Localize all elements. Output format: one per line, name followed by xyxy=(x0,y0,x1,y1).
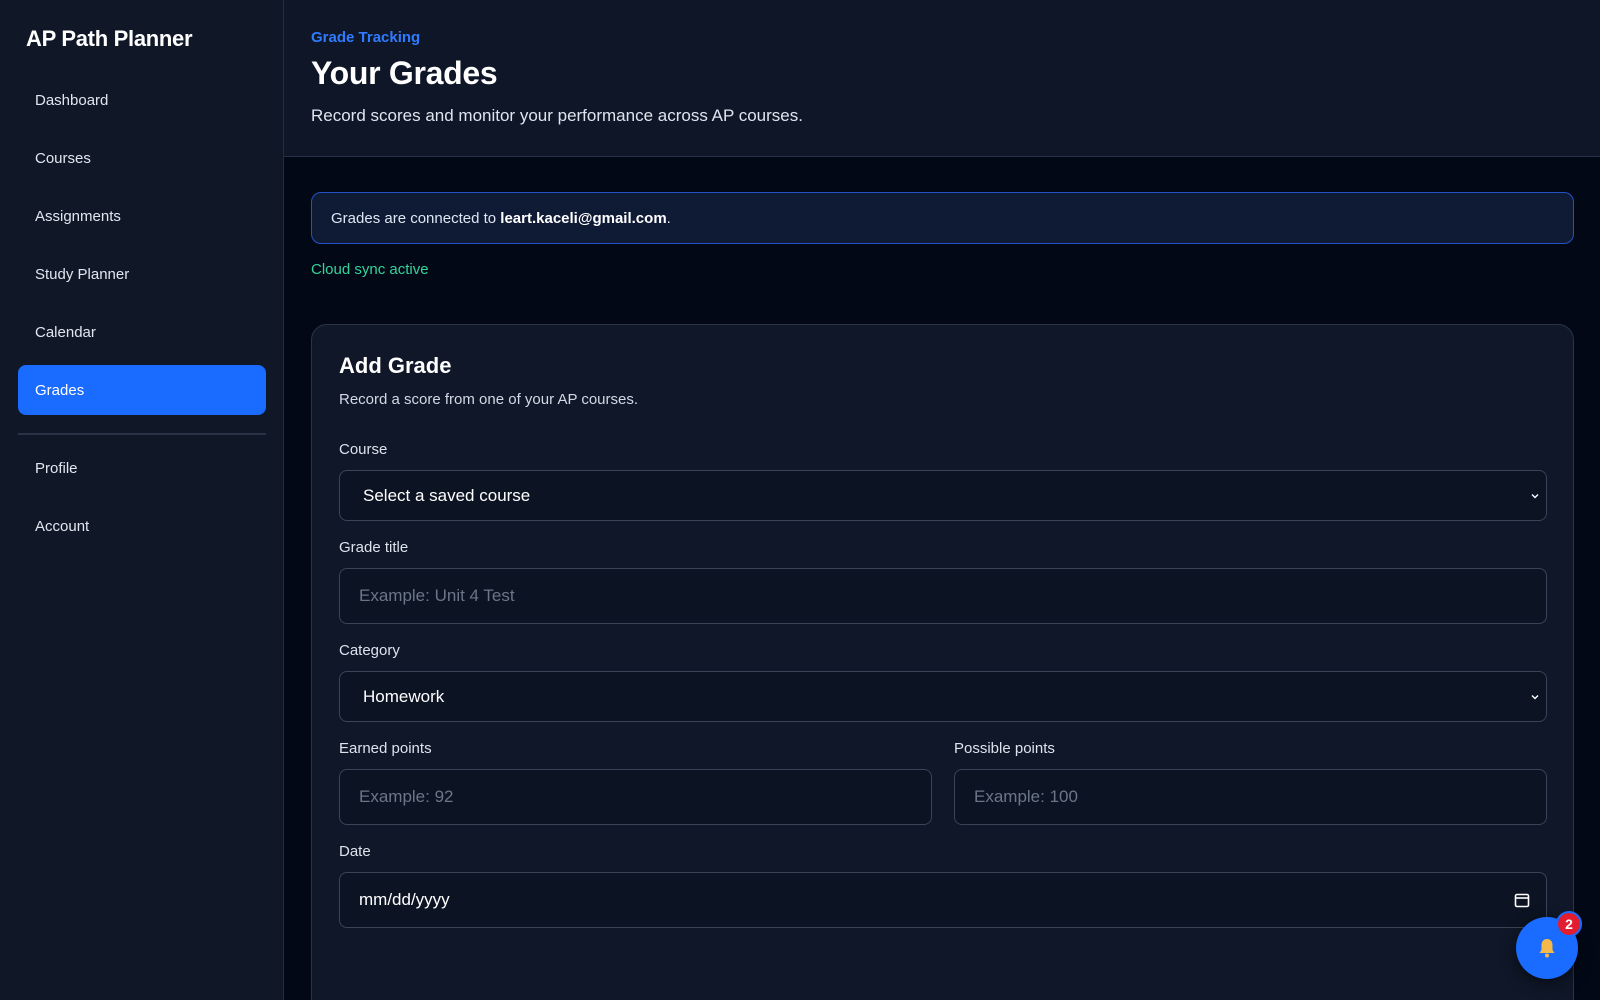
possible-points-input[interactable]: Example: 100 xyxy=(954,769,1547,825)
sidebar: AP Path Planner Dashboard Courses Assign… xyxy=(0,0,284,1000)
category-select[interactable]: Homework xyxy=(339,671,1547,722)
page-title: Your Grades xyxy=(311,55,498,91)
grade-title-label: Grade title xyxy=(339,539,409,556)
bell-icon xyxy=(1539,939,1555,958)
date-input[interactable]: mm/dd/yyyy xyxy=(339,872,1547,928)
notifications-button[interactable]: 2 xyxy=(1516,911,1582,979)
notification-count-badge: 2 xyxy=(1556,911,1582,937)
course-select-value: Select a saved course xyxy=(363,485,531,505)
date-label: Date xyxy=(339,843,371,860)
sidebar-item-study-planner[interactable]: Study Planner xyxy=(18,249,266,299)
points-row: Earned points Example: 92 Possible point… xyxy=(339,722,1547,825)
sidebar-item-dashboard[interactable]: Dashboard xyxy=(18,75,266,125)
course-label: Course xyxy=(339,441,388,458)
possible-points-label: Possible points xyxy=(954,740,1055,757)
category-label: Category xyxy=(339,642,400,659)
chevron-down-icon xyxy=(1531,493,1539,498)
content-area: Grades are connected to leart.kaceli@gma… xyxy=(311,192,1574,1000)
category-select-value: Homework xyxy=(363,686,445,706)
card-subtitle: Record a score from one of your AP cours… xyxy=(339,391,639,408)
add-grade-card: Add Grade Record a score from one of you… xyxy=(311,324,1574,1000)
page-eyebrow: Grade Tracking xyxy=(311,29,421,46)
sidebar-item-calendar[interactable]: Calendar xyxy=(18,307,266,357)
grade-title-input[interactable]: Example: Unit 4 Test xyxy=(339,568,1547,624)
earned-points-label: Earned points xyxy=(339,740,432,757)
page-subtitle: Record scores and monitor your performan… xyxy=(311,106,803,125)
course-select[interactable]: Select a saved course xyxy=(339,470,1547,521)
page-header: Grade Tracking Your Grades Record scores… xyxy=(284,0,1600,157)
sync-status: Cloud sync active xyxy=(311,261,429,278)
sidebar-nav: Dashboard Courses Assignments Study Plan… xyxy=(18,75,266,559)
sidebar-item-grades[interactable]: Grades xyxy=(18,365,266,415)
card-title: Add Grade xyxy=(339,353,452,378)
date-input-value: mm/dd/yyyy xyxy=(359,890,450,909)
app-title: AP Path Planner xyxy=(26,26,193,51)
sidebar-item-account[interactable]: Account xyxy=(18,501,266,551)
sidebar-item-profile[interactable]: Profile xyxy=(18,443,266,493)
main-content: Grade Tracking Your Grades Record scores… xyxy=(284,0,1600,1000)
possible-column: Possible points Example: 100 xyxy=(954,722,1547,825)
earned-column: Earned points Example: 92 xyxy=(339,722,932,825)
notice-email: leart.kaceli@gmail.com xyxy=(500,209,667,227)
earned-points-input[interactable]: Example: 92 xyxy=(339,769,932,825)
app-root: AP Path Planner Dashboard Courses Assign… xyxy=(0,0,1600,1000)
sidebar-divider xyxy=(18,433,266,435)
sidebar-item-courses[interactable]: Courses xyxy=(18,133,266,183)
calendar-icon[interactable] xyxy=(1514,892,1530,908)
sidebar-item-assignments[interactable]: Assignments xyxy=(18,191,266,241)
notice-suffix: . xyxy=(666,209,671,227)
notice-prefix: Grades are connected to xyxy=(331,209,497,227)
chevron-down-icon xyxy=(1531,694,1539,699)
connection-notice: Grades are connected to leart.kaceli@gma… xyxy=(311,192,1574,244)
